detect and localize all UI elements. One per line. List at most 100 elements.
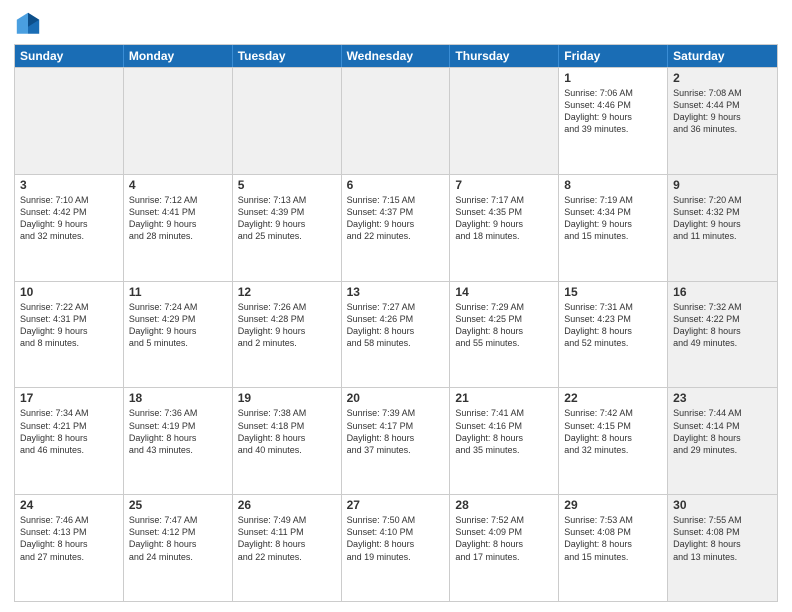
page: SundayMondayTuesdayWednesdayThursdayFrid… xyxy=(0,0,792,612)
day-info: Sunrise: 7:13 AM Sunset: 4:39 PM Dayligh… xyxy=(238,194,336,243)
logo xyxy=(14,10,46,38)
header-day-friday: Friday xyxy=(559,45,668,67)
day-number: 24 xyxy=(20,498,118,512)
calendar-row-3: 17Sunrise: 7:34 AM Sunset: 4:21 PM Dayli… xyxy=(15,387,777,494)
day-cell-5: 5 Sunrise: 7:13 AM Sunset: 4:39 PM Daylig… xyxy=(233,175,342,281)
day-number: 4 xyxy=(129,178,227,192)
header-day-monday: Monday xyxy=(124,45,233,67)
day-info: Sunrise: 7:41 AM Sunset: 4:16 PM Dayligh… xyxy=(455,407,553,456)
day-number: 27 xyxy=(347,498,445,512)
day-number: 6 xyxy=(347,178,445,192)
day-cell-12: 12 Sunrise: 7:26 AM Sunset: 4:28 PM Dayli… xyxy=(233,282,342,388)
day-info: Sunrise: 7:10 AM Sunset: 4:42 PM Dayligh… xyxy=(20,194,118,243)
day-info: Sunrise: 7:29 AM Sunset: 4:25 PM Dayligh… xyxy=(455,301,553,350)
day-info: Sunrise: 7:47 AM Sunset: 4:12 PM Dayligh… xyxy=(129,514,227,563)
calendar-header: SundayMondayTuesdayWednesdayThursdayFrid… xyxy=(15,45,777,67)
day-info: Sunrise: 7:22 AM Sunset: 4:31 PM Dayligh… xyxy=(20,301,118,350)
header-day-saturday: Saturday xyxy=(668,45,777,67)
calendar-row-4: 24 Sunrise: 7:46 AM Sunset: 4:13 PM Dayli… xyxy=(15,494,777,601)
day-number: 26 xyxy=(238,498,336,512)
day-cell-9: 9 Sunrise: 7:20 AM Sunset: 4:32 PM Daylig… xyxy=(668,175,777,281)
day-cell-22: 22Sunrise: 7:42 AM Sunset: 4:15 PM Dayli… xyxy=(559,388,668,494)
day-number: 13 xyxy=(347,285,445,299)
header xyxy=(14,10,778,38)
day-info: Sunrise: 7:24 AM Sunset: 4:29 PM Dayligh… xyxy=(129,301,227,350)
day-cell-26: 26 Sunrise: 7:49 AM Sunset: 4:11 PM Dayli… xyxy=(233,495,342,601)
day-number: 14 xyxy=(455,285,553,299)
day-info: Sunrise: 7:42 AM Sunset: 4:15 PM Dayligh… xyxy=(564,407,662,456)
day-number: 20 xyxy=(347,391,445,405)
day-info: Sunrise: 7:55 AM Sunset: 4:08 PM Dayligh… xyxy=(673,514,772,563)
day-info: Sunrise: 7:15 AM Sunset: 4:37 PM Dayligh… xyxy=(347,194,445,243)
day-info: Sunrise: 7:32 AM Sunset: 4:22 PM Dayligh… xyxy=(673,301,772,350)
day-info: Sunrise: 7:50 AM Sunset: 4:10 PM Dayligh… xyxy=(347,514,445,563)
day-number: 10 xyxy=(20,285,118,299)
day-cell-28: 28 Sunrise: 7:52 AM Sunset: 4:09 PM Dayli… xyxy=(450,495,559,601)
empty-cell xyxy=(124,68,233,174)
day-cell-16: 16 Sunrise: 7:32 AM Sunset: 4:22 PM Dayli… xyxy=(668,282,777,388)
day-cell-11: 11 Sunrise: 7:24 AM Sunset: 4:29 PM Dayli… xyxy=(124,282,233,388)
day-cell-21: 21 Sunrise: 7:41 AM Sunset: 4:16 PM Dayli… xyxy=(450,388,559,494)
day-number: 30 xyxy=(673,498,772,512)
day-number: 16 xyxy=(673,285,772,299)
day-cell-30: 30 Sunrise: 7:55 AM Sunset: 4:08 PM Dayli… xyxy=(668,495,777,601)
day-cell-2: 2 Sunrise: 7:08 AM Sunset: 4:44 PM Daylig… xyxy=(668,68,777,174)
day-info: Sunrise: 7:06 AM Sunset: 4:46 PM Dayligh… xyxy=(564,87,662,136)
day-number: 21 xyxy=(455,391,553,405)
day-info: Sunrise: 7:20 AM Sunset: 4:32 PM Dayligh… xyxy=(673,194,772,243)
day-number: 12 xyxy=(238,285,336,299)
empty-cell xyxy=(233,68,342,174)
day-info: Sunrise: 7:38 AM Sunset: 4:18 PM Dayligh… xyxy=(238,407,336,456)
day-cell-8: 8 Sunrise: 7:19 AM Sunset: 4:34 PM Daylig… xyxy=(559,175,668,281)
day-number: 7 xyxy=(455,178,553,192)
day-cell-24: 24 Sunrise: 7:46 AM Sunset: 4:13 PM Dayli… xyxy=(15,495,124,601)
day-number: 25 xyxy=(129,498,227,512)
day-cell-20: 20 Sunrise: 7:39 AM Sunset: 4:17 PM Dayli… xyxy=(342,388,451,494)
day-number: 5 xyxy=(238,178,336,192)
day-cell-19: 19 Sunrise: 7:38 AM Sunset: 4:18 PM Dayli… xyxy=(233,388,342,494)
day-info: Sunrise: 7:46 AM Sunset: 4:13 PM Dayligh… xyxy=(20,514,118,563)
day-cell-25: 25 Sunrise: 7:47 AM Sunset: 4:12 PM Dayli… xyxy=(124,495,233,601)
calendar-body: 1Sunrise: 7:06 AM Sunset: 4:46 PM Daylig… xyxy=(15,67,777,601)
day-info: Sunrise: 7:39 AM Sunset: 4:17 PM Dayligh… xyxy=(347,407,445,456)
header-day-thursday: Thursday xyxy=(450,45,559,67)
empty-cell xyxy=(15,68,124,174)
day-info: Sunrise: 7:52 AM Sunset: 4:09 PM Dayligh… xyxy=(455,514,553,563)
day-cell-18: 18Sunrise: 7:36 AM Sunset: 4:19 PM Dayli… xyxy=(124,388,233,494)
header-day-tuesday: Tuesday xyxy=(233,45,342,67)
day-number: 19 xyxy=(238,391,336,405)
day-number: 9 xyxy=(673,178,772,192)
day-number: 17 xyxy=(20,391,118,405)
day-cell-29: 29 Sunrise: 7:53 AM Sunset: 4:08 PM Dayli… xyxy=(559,495,668,601)
day-cell-10: 10 Sunrise: 7:22 AM Sunset: 4:31 PM Dayli… xyxy=(15,282,124,388)
calendar: SundayMondayTuesdayWednesdayThursdayFrid… xyxy=(14,44,778,602)
day-number: 2 xyxy=(673,71,772,85)
day-info: Sunrise: 7:44 AM Sunset: 4:14 PM Dayligh… xyxy=(673,407,772,456)
day-info: Sunrise: 7:12 AM Sunset: 4:41 PM Dayligh… xyxy=(129,194,227,243)
header-day-sunday: Sunday xyxy=(15,45,124,67)
day-number: 23 xyxy=(673,391,772,405)
calendar-row-0: 1Sunrise: 7:06 AM Sunset: 4:46 PM Daylig… xyxy=(15,67,777,174)
day-info: Sunrise: 7:27 AM Sunset: 4:26 PM Dayligh… xyxy=(347,301,445,350)
day-number: 18 xyxy=(129,391,227,405)
day-info: Sunrise: 7:53 AM Sunset: 4:08 PM Dayligh… xyxy=(564,514,662,563)
day-cell-13: 13 Sunrise: 7:27 AM Sunset: 4:26 PM Dayli… xyxy=(342,282,451,388)
day-info: Sunrise: 7:08 AM Sunset: 4:44 PM Dayligh… xyxy=(673,87,772,136)
day-cell-6: 6 Sunrise: 7:15 AM Sunset: 4:37 PM Daylig… xyxy=(342,175,451,281)
day-info: Sunrise: 7:49 AM Sunset: 4:11 PM Dayligh… xyxy=(238,514,336,563)
day-cell-27: 27 Sunrise: 7:50 AM Sunset: 4:10 PM Dayli… xyxy=(342,495,451,601)
day-number: 8 xyxy=(564,178,662,192)
day-number: 28 xyxy=(455,498,553,512)
day-info: Sunrise: 7:31 AM Sunset: 4:23 PM Dayligh… xyxy=(564,301,662,350)
day-info: Sunrise: 7:19 AM Sunset: 4:34 PM Dayligh… xyxy=(564,194,662,243)
day-cell-7: 7Sunrise: 7:17 AM Sunset: 4:35 PM Daylig… xyxy=(450,175,559,281)
logo-icon xyxy=(14,10,42,38)
day-info: Sunrise: 7:26 AM Sunset: 4:28 PM Dayligh… xyxy=(238,301,336,350)
day-number: 11 xyxy=(129,285,227,299)
day-cell-23: 23 Sunrise: 7:44 AM Sunset: 4:14 PM Dayli… xyxy=(668,388,777,494)
empty-cell xyxy=(450,68,559,174)
day-cell-4: 4 Sunrise: 7:12 AM Sunset: 4:41 PM Daylig… xyxy=(124,175,233,281)
calendar-row-2: 10 Sunrise: 7:22 AM Sunset: 4:31 PM Dayli… xyxy=(15,281,777,388)
day-cell-14: 14 Sunrise: 7:29 AM Sunset: 4:25 PM Dayli… xyxy=(450,282,559,388)
day-number: 29 xyxy=(564,498,662,512)
